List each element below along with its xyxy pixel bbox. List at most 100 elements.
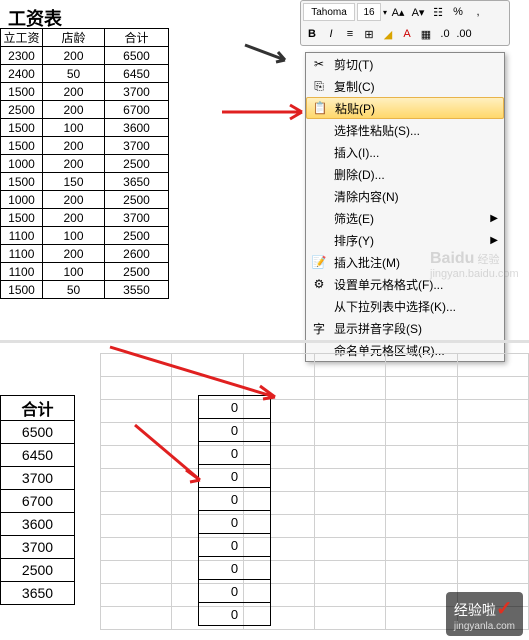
- grid-cell[interactable]: [101, 584, 172, 607]
- decrease-decimal-button[interactable]: .0: [436, 25, 454, 43]
- cell[interactable]: 1100: [1, 263, 43, 281]
- cell[interactable]: 100: [43, 227, 105, 245]
- grid-cell[interactable]: [101, 607, 172, 630]
- cell[interactable]: 0: [199, 511, 271, 534]
- grid-cell[interactable]: [314, 561, 385, 584]
- grid-cell[interactable]: [314, 469, 385, 492]
- grid-cell[interactable]: [314, 584, 385, 607]
- cell[interactable]: 3600: [105, 119, 169, 137]
- cell[interactable]: 1100: [1, 227, 43, 245]
- cell[interactable]: 100: [43, 263, 105, 281]
- grid-cell[interactable]: [314, 538, 385, 561]
- grid-cell[interactable]: [314, 377, 385, 400]
- cell[interactable]: 200: [43, 101, 105, 119]
- cell[interactable]: 3700: [1, 536, 75, 559]
- cell[interactable]: 3700: [105, 209, 169, 227]
- font-size-select[interactable]: 16: [357, 3, 381, 21]
- cell[interactable]: 200: [43, 47, 105, 65]
- cell[interactable]: 0: [199, 580, 271, 603]
- grid-cell[interactable]: [457, 515, 528, 538]
- cell[interactable]: 3550: [105, 281, 169, 299]
- grid-cell[interactable]: [457, 538, 528, 561]
- menu-item[interactable]: 选择性粘贴(S)...: [306, 119, 504, 141]
- grid-cell[interactable]: [386, 469, 457, 492]
- cell[interactable]: 6450: [1, 444, 75, 467]
- border-button[interactable]: ▦: [417, 25, 435, 43]
- menu-item[interactable]: 排序(Y)▶: [306, 229, 504, 251]
- cell[interactable]: 1500: [1, 173, 43, 191]
- cell[interactable]: 2500: [1, 101, 43, 119]
- cell[interactable]: 2500: [1, 559, 75, 582]
- menu-item[interactable]: 清除内容(N): [306, 185, 504, 207]
- cell[interactable]: 2600: [105, 245, 169, 263]
- cell[interactable]: 3650: [1, 582, 75, 605]
- bold-button[interactable]: B: [303, 25, 321, 43]
- grid-cell[interactable]: [101, 515, 172, 538]
- grid-cell[interactable]: [314, 423, 385, 446]
- cell[interactable]: 3700: [105, 137, 169, 155]
- grow-font-button[interactable]: A▴: [389, 3, 407, 21]
- cell[interactable]: 3650: [105, 173, 169, 191]
- cell[interactable]: 200: [43, 191, 105, 209]
- cell[interactable]: 0: [199, 534, 271, 557]
- cell[interactable]: 200: [43, 155, 105, 173]
- grid-cell[interactable]: [314, 492, 385, 515]
- comma-button[interactable]: ,: [469, 3, 487, 21]
- grid-cell[interactable]: [457, 400, 528, 423]
- cell[interactable]: 1500: [1, 137, 43, 155]
- grid-cell[interactable]: [457, 354, 528, 377]
- grid-cell[interactable]: [457, 469, 528, 492]
- cell[interactable]: 3600: [1, 513, 75, 536]
- cell[interactable]: 1500: [1, 119, 43, 137]
- merge-button[interactable]: ⊞: [360, 25, 378, 43]
- grid-cell[interactable]: [386, 423, 457, 446]
- menu-item[interactable]: ✂剪切(T): [306, 53, 504, 75]
- menu-item[interactable]: ⎘复制(C): [306, 75, 504, 97]
- shrink-font-button[interactable]: A▾: [409, 3, 427, 21]
- grid-cell[interactable]: [386, 538, 457, 561]
- cell[interactable]: 1500: [1, 281, 43, 299]
- cell[interactable]: 2500: [105, 191, 169, 209]
- grid-cell[interactable]: [457, 446, 528, 469]
- cell[interactable]: 50: [43, 281, 105, 299]
- grid-cell[interactable]: [314, 607, 385, 630]
- grid-cell[interactable]: [386, 446, 457, 469]
- grid-cell[interactable]: [314, 515, 385, 538]
- grid-cell[interactable]: [386, 400, 457, 423]
- grid-cell[interactable]: [386, 354, 457, 377]
- cell[interactable]: 0: [199, 488, 271, 511]
- cell[interactable]: 0: [199, 557, 271, 580]
- cell[interactable]: 2500: [105, 155, 169, 173]
- grid-cell[interactable]: [314, 446, 385, 469]
- cell[interactable]: 150: [43, 173, 105, 191]
- cell[interactable]: 6450: [105, 65, 169, 83]
- menu-item[interactable]: 插入(I)...: [306, 141, 504, 163]
- percent-button[interactable]: %: [449, 3, 467, 21]
- font-color-button[interactable]: A: [398, 25, 416, 43]
- menu-item[interactable]: 从下拉列表中选择(K)...: [306, 295, 504, 317]
- grid-cell[interactable]: [457, 492, 528, 515]
- cell[interactable]: 1100: [1, 245, 43, 263]
- grid-cell[interactable]: [457, 377, 528, 400]
- cell[interactable]: 3700: [1, 467, 75, 490]
- cell[interactable]: 6500: [105, 47, 169, 65]
- cell[interactable]: 2500: [105, 227, 169, 245]
- menu-item[interactable]: 删除(D)...: [306, 163, 504, 185]
- increase-decimal-button[interactable]: .00: [455, 25, 473, 43]
- cell[interactable]: 50: [43, 65, 105, 83]
- grid-cell[interactable]: [101, 492, 172, 515]
- style-button[interactable]: ☷: [429, 3, 447, 21]
- menu-item[interactable]: 字显示拼音字段(S): [306, 317, 504, 339]
- cell[interactable]: 6700: [1, 490, 75, 513]
- fill-color-button[interactable]: ◢: [379, 25, 397, 43]
- cell[interactable]: 200: [43, 245, 105, 263]
- cell[interactable]: 1500: [1, 83, 43, 101]
- cell[interactable]: 200: [43, 137, 105, 155]
- grid-cell[interactable]: [101, 561, 172, 584]
- menu-item[interactable]: 📋粘贴(P): [306, 97, 504, 119]
- grid-cell[interactable]: [386, 492, 457, 515]
- grid-cell[interactable]: [457, 561, 528, 584]
- align-button[interactable]: ≡: [341, 25, 359, 43]
- menu-item[interactable]: 筛选(E)▶: [306, 207, 504, 229]
- grid-cell[interactable]: [386, 561, 457, 584]
